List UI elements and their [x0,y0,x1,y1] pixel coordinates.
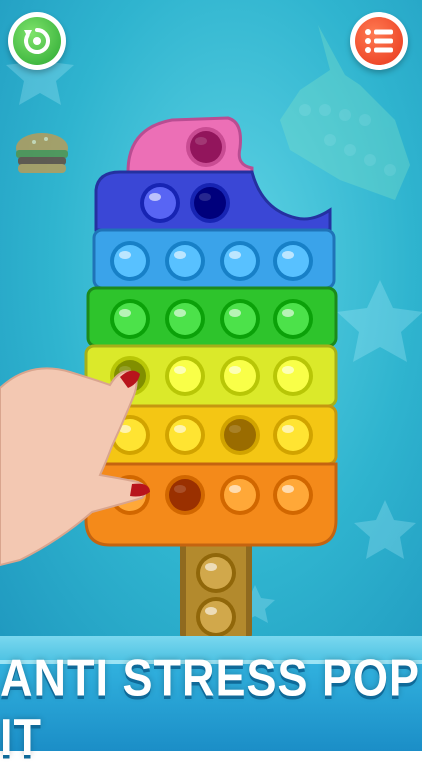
pop-bubble[interactable] [165,299,205,339]
pop-bubble[interactable] [110,241,150,281]
stick-pop-bubble[interactable] [196,553,236,593]
pop-bubble[interactable] [165,356,205,396]
pop-bubble[interactable] [220,415,260,455]
pop-bubble[interactable] [220,241,260,281]
pop-bubble[interactable] [110,299,150,339]
pop-bubble[interactable] [273,299,313,339]
pop-bubble[interactable] [273,415,313,455]
title-banner: ANTI STRESS POP IT [0,648,422,766]
popit-toy [0,116,338,640]
pop-bubble[interactable] [165,241,205,281]
pop-bubble[interactable] [165,415,205,455]
game-title: ANTI STRESS POP IT [0,647,420,767]
pop-bubble[interactable] [273,241,313,281]
pop-bubble[interactable] [165,475,205,515]
pop-bubble[interactable] [140,183,180,223]
pop-bubble[interactable] [273,475,313,515]
pop-bubble[interactable] [220,299,260,339]
restart-button[interactable] [8,12,66,70]
pop-bubble[interactable] [220,356,260,396]
pop-bubble[interactable] [220,475,260,515]
stick-pop-bubble[interactable] [196,597,236,637]
menu-list-icon [355,17,403,65]
pop-bubble[interactable] [186,127,226,167]
pop-bubble[interactable] [190,183,230,223]
menu-button[interactable] [350,12,408,70]
restart-icon [13,17,61,65]
pop-bubble[interactable] [273,356,313,396]
